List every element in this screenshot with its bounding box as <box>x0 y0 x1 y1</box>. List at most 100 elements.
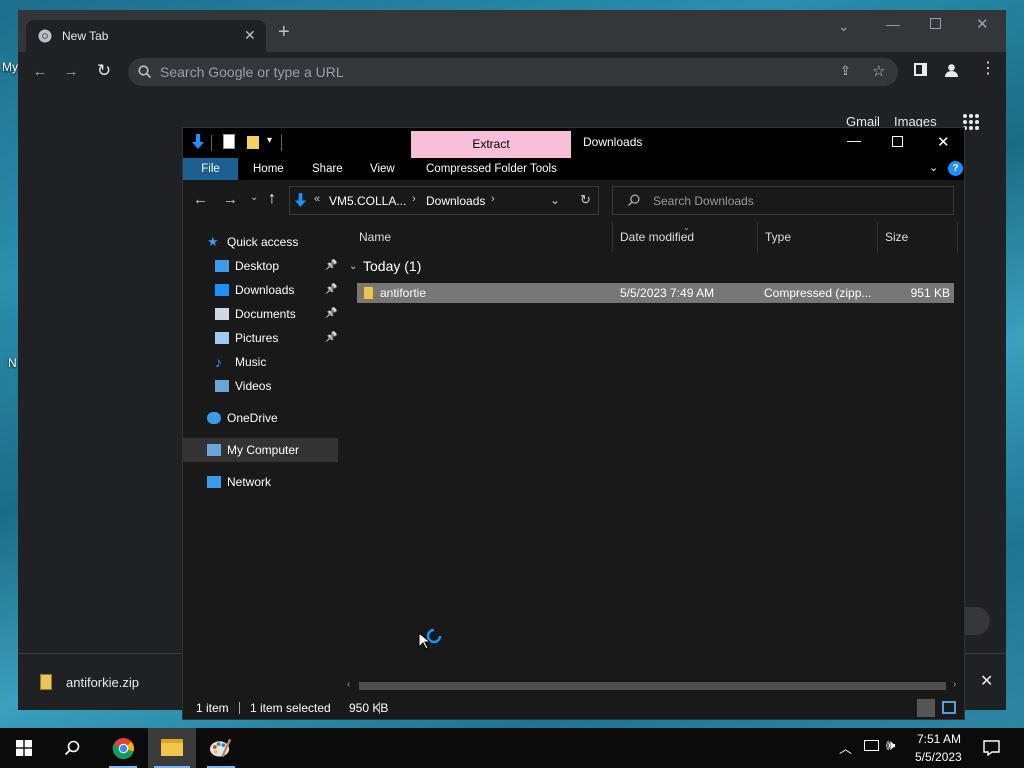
breadcrumb-segment[interactable]: VM5.COLLA... <box>329 194 406 208</box>
tray-overflow-icon[interactable]: ︿ <box>839 738 852 757</box>
new-tab-icon[interactable]: + <box>278 22 290 42</box>
sidebar-item-quick-access[interactable]: ★ Quick access <box>183 230 338 254</box>
breadcrumb-segment[interactable]: Downloads <box>426 194 485 208</box>
search-icon <box>138 65 152 79</box>
side-panel-icon[interactable] <box>914 63 927 76</box>
search-icon[interactable] <box>64 740 80 756</box>
sidebar-item-desktop[interactable]: Desktop 📌 <box>183 254 338 278</box>
sidebar-item-videos[interactable]: Videos <box>183 374 338 398</box>
tab-search-icon[interactable]: ⌄ <box>838 18 850 35</box>
close-window-icon[interactable]: ✕ <box>976 15 989 33</box>
tab-view[interactable]: View <box>370 158 395 180</box>
chrome-logo-icon <box>38 29 52 43</box>
sidebar-item-onedrive[interactable]: OneDrive <box>183 406 338 430</box>
ribbon-tabs: File Home Share View Compressed Folder T… <box>183 158 964 180</box>
folder-icon <box>161 739 183 756</box>
table-row[interactable]: antifortie 5/5/2023 7:49 AM Compressed (… <box>357 283 954 303</box>
sidebar-item-label: Network <box>227 475 272 489</box>
notifications-icon[interactable] <box>983 740 1000 756</box>
qat-dropdown-icon[interactable]: ▾ <box>267 135 272 146</box>
pin-icon[interactable]: 📌 <box>325 254 337 278</box>
group-collapse-icon[interactable]: ⌄ <box>349 261 357 272</box>
sidebar-item-label: Videos <box>235 379 272 393</box>
taskbar-chrome[interactable] <box>99 728 147 768</box>
maximize-icon[interactable] <box>892 136 903 147</box>
close-shelf-icon[interactable]: ✕ <box>980 671 993 691</box>
scroll-left-icon[interactable]: ‹ <box>347 679 350 690</box>
status-size: 950 KB <box>349 701 389 715</box>
back-icon[interactable]: ← <box>193 191 208 208</box>
pin-icon[interactable]: 📌 <box>325 278 337 302</box>
close-window-icon[interactable]: ✕ <box>937 133 950 151</box>
sidebar-item-downloads[interactable]: Downloads 📌 <box>183 278 338 302</box>
windows-start-icon[interactable] <box>16 740 32 756</box>
column-header-size[interactable]: Size <box>878 222 958 252</box>
sidebar-item-pictures[interactable]: Pictures 📌 <box>183 326 338 350</box>
address-dropdown-icon[interactable]: ⌄ <box>550 193 560 207</box>
horizontal-scrollbar[interactable]: ‹ › <box>343 679 964 692</box>
sidebar-item-network[interactable]: Network <box>183 470 338 494</box>
minimize-icon[interactable]: — <box>886 16 900 32</box>
bookmark-star-icon[interactable]: ☆ <box>872 62 885 80</box>
minimize-icon[interactable]: — <box>847 132 861 148</box>
extract-contextual-tab[interactable]: Extract <box>411 131 571 158</box>
tab-home[interactable]: Home <box>253 158 284 180</box>
download-filename[interactable]: antiforkie.zip <box>66 675 139 690</box>
omnibox[interactable]: Search Google or type a URL ⇪ ☆ <box>128 58 898 86</box>
column-header-type[interactable]: Type <box>758 222 878 252</box>
large-icons-view-icon[interactable] <box>942 701 956 714</box>
pin-icon[interactable]: 📌 <box>325 302 337 326</box>
recent-locations-icon[interactable]: ⌄ <box>250 192 258 203</box>
back-icon[interactable]: ← <box>30 62 50 82</box>
forward-icon[interactable]: → <box>61 62 81 82</box>
status-divider <box>239 702 240 714</box>
network-status-icon[interactable] <box>864 740 879 751</box>
omnibox-placeholder: Search Google or type a URL <box>160 64 344 80</box>
sidebar-item-music[interactable]: ♪ Music <box>183 350 338 374</box>
address-bar[interactable]: « VM5.COLLA... › Downloads › ⌄ ↻ <box>289 186 599 215</box>
clock-date[interactable]: 5/5/2023 <box>915 750 962 764</box>
status-selected: 1 item selected <box>250 701 331 715</box>
taskbar-file-explorer[interactable] <box>148 728 196 768</box>
forward-icon[interactable]: → <box>223 191 238 208</box>
sort-indicator-icon: ⌄ <box>683 223 690 232</box>
search-box[interactable]: Search Downloads <box>612 186 954 215</box>
pin-icon[interactable]: 📌 <box>325 326 337 350</box>
breadcrumb-chevron-icon[interactable]: › <box>412 193 416 205</box>
maximize-icon[interactable] <box>930 18 941 29</box>
group-header[interactable]: Today (1) <box>363 258 421 274</box>
tab-compressed-folder-tools[interactable]: Compressed Folder Tools <box>426 158 557 180</box>
ribbon-expand-icon[interactable]: ⌄ <box>929 161 938 174</box>
breadcrumb-overflow[interactable]: « <box>314 193 320 205</box>
menu-kebab-icon[interactable]: ⋮ <box>980 61 996 77</box>
taskbar-paint[interactable] <box>197 728 245 768</box>
new-folder-icon[interactable] <box>247 136 259 149</box>
tab-share[interactable]: Share <box>312 158 343 180</box>
zip-file-icon <box>40 674 52 690</box>
close-tab-icon[interactable]: ✕ <box>244 27 256 44</box>
refresh-icon[interactable]: ↻ <box>580 192 591 208</box>
file-size: 951 KB <box>910 286 950 300</box>
profile-icon[interactable] <box>944 63 959 78</box>
details-view-icon[interactable] <box>917 699 935 717</box>
column-header-name[interactable]: Name <box>343 222 613 252</box>
properties-icon[interactable] <box>223 134 235 149</box>
download-arrow-icon <box>215 284 229 296</box>
breadcrumb-chevron-icon[interactable]: › <box>491 193 495 205</box>
up-icon[interactable]: ↑ <box>268 190 276 208</box>
desktop-icon-label: N <box>8 356 17 370</box>
tab-file[interactable]: File <box>183 158 238 180</box>
file-explorer-window: ▾ Extract Downloads — ✕ File Home Share … <box>182 127 965 720</box>
help-icon[interactable]: ? <box>948 161 963 176</box>
sidebar-item-documents[interactable]: Documents 📌 <box>183 302 338 326</box>
clock-time[interactable]: 7:51 AM <box>917 732 961 746</box>
scrollbar-thumb[interactable] <box>359 682 946 690</box>
volume-icon[interactable]: 🕪 <box>886 737 895 754</box>
file-name: antifortie <box>380 286 427 300</box>
share-icon[interactable]: ⇪ <box>840 63 851 79</box>
scroll-right-icon[interactable]: › <box>953 679 956 690</box>
chrome-tab[interactable]: New Tab ✕ <box>26 20 266 52</box>
reload-icon[interactable]: ↻ <box>94 61 114 81</box>
sidebar-item-my-computer[interactable]: My Computer <box>183 438 338 462</box>
sidebar-item-label: Quick access <box>227 235 299 249</box>
